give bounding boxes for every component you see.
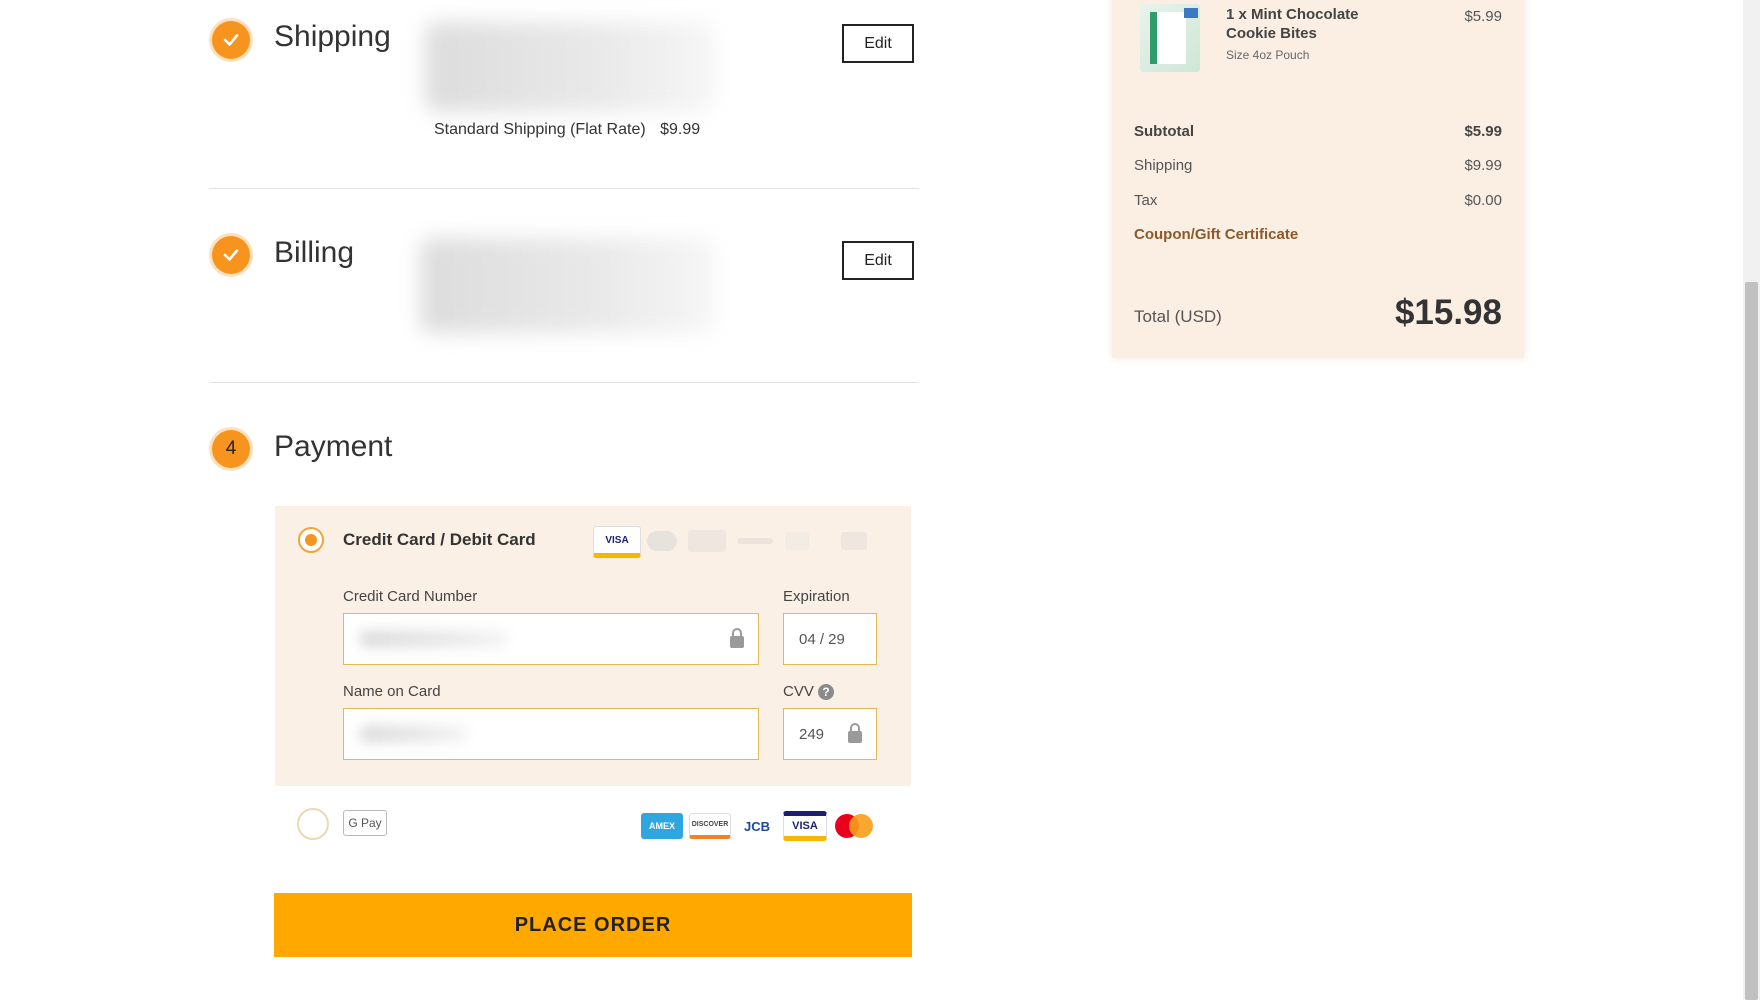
total-label: Total (USD) <box>1134 307 1222 326</box>
mastercard-logo <box>835 814 875 838</box>
product-badge <box>1184 8 1198 18</box>
subtotal-label: Subtotal <box>1134 123 1194 140</box>
visa-logo: VISA <box>593 526 641 558</box>
card-number-label: Credit Card Number <box>343 588 478 605</box>
card-number-input[interactable] <box>343 613 759 665</box>
lock-icon <box>848 723 862 743</box>
expiration-input[interactable]: 04 / 29 <box>783 613 877 665</box>
section-divider <box>209 188 919 189</box>
order-summary-panel: 1 x Mint Chocolate Cookie Bites Size 4oz… <box>1112 0 1524 358</box>
coupon-row: Coupon/Gift Certificate <box>1134 226 1502 243</box>
total-value: $15.98 <box>1394 293 1502 332</box>
cvv-label-text: CVV <box>783 683 814 700</box>
payment-step-title: Payment <box>274 430 393 463</box>
jcb-logo: JCB <box>741 813 773 839</box>
discover-faded-logo <box>737 538 773 544</box>
name-on-card-redacted <box>359 725 469 743</box>
discover-logo: DISCOVER <box>689 813 731 839</box>
card-number-redacted <box>359 630 509 648</box>
jcb-faded-logo <box>785 532 809 550</box>
cvv-help-icon[interactable]: ? <box>818 684 835 701</box>
shipping-address-redacted <box>425 22 715 112</box>
subtotal-row: Subtotal $5.99 <box>1134 123 1502 140</box>
amex-logo: AMEX <box>641 813 683 839</box>
product-title: 1 x Mint Chocolate Cookie Bites <box>1226 6 1359 42</box>
shipping-method-price: $9.99 <box>660 121 701 138</box>
tax-value: $0.00 <box>1464 192 1502 209</box>
cvv-input[interactable]: 249 <box>783 708 877 760</box>
cvv-value: 249 <box>799 725 825 743</box>
credit-card-panel: Credit Card / Debit Card VISA Credit Car… <box>275 506 911 786</box>
billing-address-redacted <box>420 238 715 333</box>
shipping-row: Shipping $9.99 <box>1134 157 1502 174</box>
tax-label: Tax <box>1134 192 1158 209</box>
amex-faded-logo <box>688 530 726 552</box>
mastercard-orange-circle <box>849 814 873 838</box>
lock-icon <box>730 628 744 648</box>
shipping-label: Shipping <box>1134 157 1193 174</box>
shipping-method-name: Standard Shipping (Flat Rate) <box>434 121 646 138</box>
visa-logo: VISA <box>783 811 827 841</box>
scrollbar-thumb[interactable] <box>1745 282 1758 1000</box>
page-scrollbar[interactable] <box>1743 0 1760 1000</box>
product-size: Size 4oz Pouch <box>1226 48 1310 62</box>
product-thumbnail <box>1140 4 1200 72</box>
billing-step-title: Billing <box>274 236 355 269</box>
shipping-edit-button[interactable]: Edit <box>842 24 914 63</box>
name-on-card-input[interactable] <box>343 708 759 760</box>
product-price: $5.99 <box>1464 8 1502 25</box>
subtotal-value: $5.99 <box>1464 123 1502 140</box>
product-pouch <box>1150 12 1186 64</box>
credit-card-option-label[interactable]: Credit Card / Debit Card <box>343 530 536 550</box>
shipping-method: Standard Shipping (Flat Rate) $9.99 <box>434 121 700 139</box>
expiration-label: Expiration <box>783 588 850 605</box>
billing-edit-button[interactable]: Edit <box>842 241 914 280</box>
name-on-card-label: Name on Card <box>343 683 441 700</box>
place-order-button[interactable]: PLACE ORDER <box>274 893 912 957</box>
tax-row: Tax $0.00 <box>1134 192 1502 209</box>
shipping-value: $9.99 <box>1464 157 1502 174</box>
coupon-link[interactable]: Coupon/Gift Certificate <box>1134 226 1298 243</box>
total-row: Total (USD) $15.98 <box>1134 293 1502 332</box>
google-pay-logo[interactable]: G Pay <box>343 810 387 836</box>
cvv-label: CVV ? <box>783 683 835 701</box>
shipping-complete-icon <box>212 21 250 59</box>
credit-card-radio[interactable] <box>298 527 324 553</box>
diners-faded-logo <box>841 532 867 550</box>
payment-step-number: 4 <box>212 430 250 468</box>
shipping-step-title: Shipping <box>274 20 391 53</box>
section-divider <box>209 382 919 383</box>
billing-complete-icon <box>212 236 250 274</box>
google-pay-radio[interactable] <box>297 808 329 840</box>
mastercard-faded-logo <box>647 531 677 551</box>
